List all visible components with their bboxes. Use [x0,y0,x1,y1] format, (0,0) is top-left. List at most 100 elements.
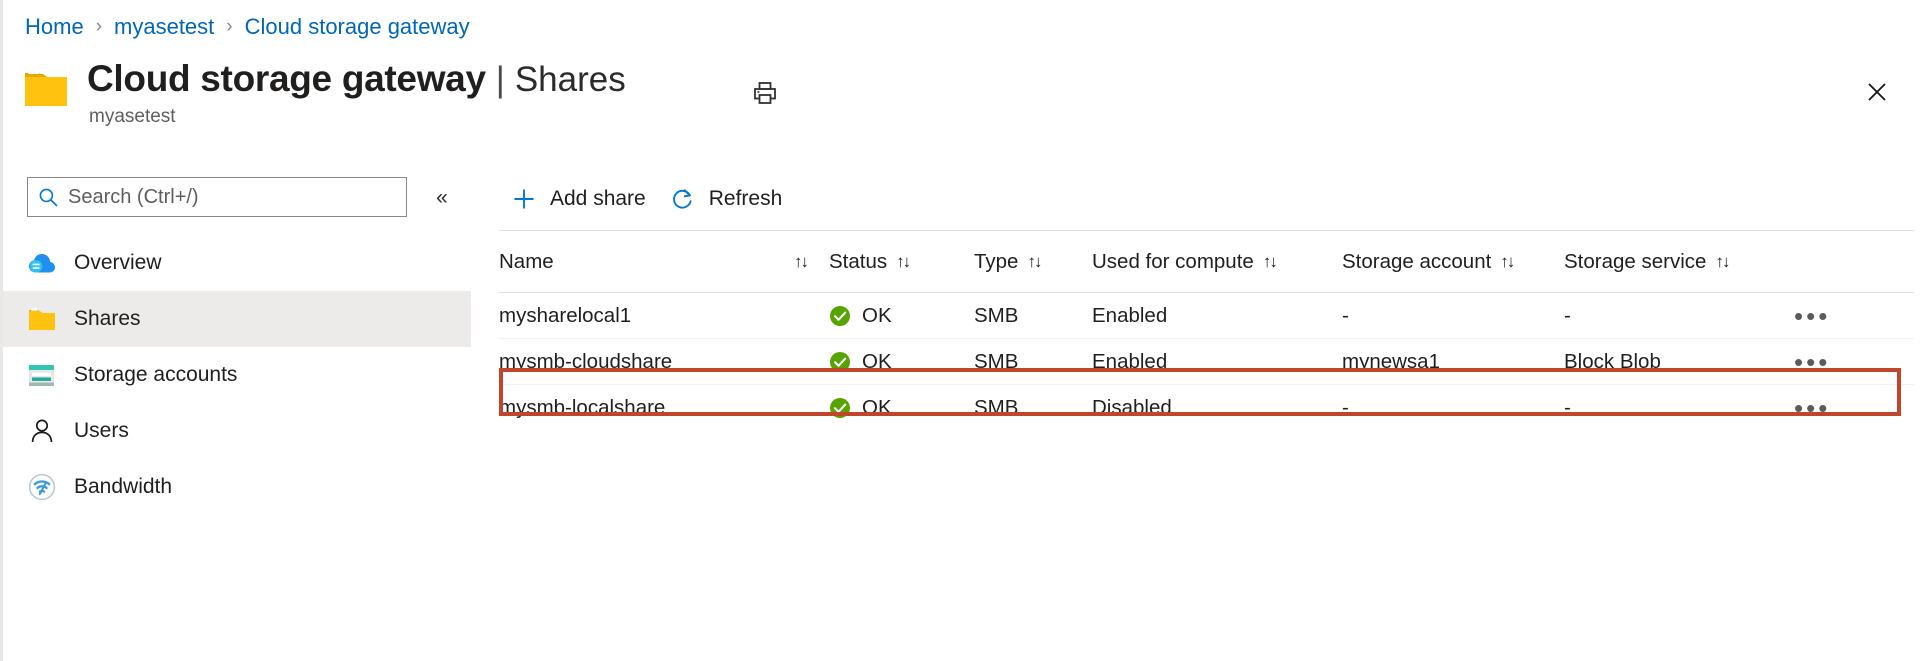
sort-icon[interactable]: ↑↓ [1500,252,1513,272]
row-more-actions-button[interactable]: ••• [1794,301,1830,331]
refresh-label: Refresh [709,187,783,211]
status-text: OK [862,304,892,328]
main-content: Add share Refresh [473,160,1927,661]
storage-account-icon [27,361,56,390]
shares-table: Name ↑↓ Status ↑↓ Type [499,230,1914,431]
sort-icon[interactable]: ↑↓ [1263,252,1276,272]
column-label: Status [829,250,887,274]
sidebar-item-bandwidth[interactable]: Bandwidth [3,459,471,515]
status-text: OK [862,396,892,420]
sidebar-item-label: Storage accounts [74,363,237,387]
close-button[interactable] [1855,70,1899,114]
refresh-button[interactable]: Refresh [658,178,795,220]
print-icon [752,80,778,106]
cell-actions: ••• [1794,293,1914,339]
sort-icon[interactable]: ↑↓ [1715,252,1728,272]
column-header-status[interactable]: Status ↑↓ [829,231,974,293]
cell-status: OK [829,293,974,339]
sidebar-item-users[interactable]: Users [3,403,471,459]
check-circle-green-icon [829,351,851,373]
column-header-name[interactable]: Name ↑↓ [499,231,829,293]
collapse-sidebar-button[interactable]: « [427,182,457,212]
cell-used-for-compute: Enabled [1092,339,1342,385]
column-label: Storage account [1342,250,1491,274]
check-circle-green-icon [829,305,851,327]
column-header-storage-service[interactable]: Storage service ↑↓ [1564,231,1794,293]
folder-icon [23,66,69,110]
table-header: Name ↑↓ Status ↑↓ Type [499,231,1914,293]
breadcrumb-item-cloud-storage-gateway[interactable]: Cloud storage gateway [245,14,470,40]
folder-icon [27,305,56,334]
search-box[interactable] [27,177,407,217]
search-input[interactable] [68,186,396,209]
column-label: Type [974,250,1018,274]
sort-icon[interactable]: ↑↓ [794,252,829,272]
status-text: OK [862,350,892,374]
cell-type: SMB [974,339,1092,385]
chevron-double-left-icon: « [436,187,448,208]
add-share-label: Add share [550,187,646,211]
sidebar-item-overview[interactable]: Overview [3,235,471,291]
cloud-icon [27,249,56,278]
cell-name: mysmb-localshare [499,385,829,431]
column-label: Used for compute [1092,250,1254,274]
table-header-row: Name ↑↓ Status ↑↓ Type [499,231,1914,293]
column-header-used-for-compute[interactable]: Used for compute ↑↓ [1092,231,1342,293]
sidebar-item-label: Users [74,419,129,443]
print-button[interactable] [745,74,785,112]
check-circle-green-icon [829,397,851,419]
cell-type: SMB [974,293,1092,339]
row-more-actions-button[interactable]: ••• [1794,347,1830,377]
page-title-block: Cloud storage gateway | Shares myasetest [23,58,626,128]
sidebar-item-storage-accounts[interactable]: Storage accounts [3,347,471,403]
cell-storage-account: - [1342,385,1564,431]
sidebar-item-shares[interactable]: Shares [3,291,471,347]
ellipsis-icon: ••• [1794,303,1830,329]
ellipsis-icon: ••• [1794,395,1830,421]
sidebar-item-label: Shares [74,307,141,331]
sidebar-nav-list: Overview Shares [3,235,471,515]
breadcrumb-item-home[interactable]: Home [25,14,84,40]
row-more-actions-button[interactable]: ••• [1794,393,1830,423]
breadcrumb: Home › myasetest › Cloud storage gateway [25,12,470,42]
breadcrumb-item-myasetest[interactable]: myasetest [114,14,214,40]
cell-actions: ••• [1794,385,1914,431]
ellipsis-icon: ••• [1794,349,1830,375]
table-row[interactable]: mysharelocal1 OK SMB Enabled [499,293,1914,339]
column-label: Name [499,250,554,274]
cell-storage-service: - [1564,385,1794,431]
sort-icon[interactable]: ↑↓ [1027,252,1040,272]
cell-status: OK [829,385,974,431]
sort-icon[interactable]: ↑↓ [896,252,909,272]
add-share-button[interactable]: Add share [499,178,658,220]
column-header-type[interactable]: Type ↑↓ [974,231,1092,293]
cell-type: SMB [974,385,1092,431]
cell-used-for-compute: Disabled [1092,385,1342,431]
sidebar-item-label: Overview [74,251,162,275]
search-icon [38,187,59,208]
page-subtitle: myasetest [89,106,626,128]
table-row[interactable]: mysmb-localshare OK SMB Disabled [499,385,1914,431]
column-header-storage-account[interactable]: Storage account ↑↓ [1342,231,1564,293]
command-bar: Add share Refresh [499,170,794,228]
close-icon [1865,80,1889,104]
sidebar: « Overview [3,160,473,661]
cell-storage-service: - [1564,293,1794,339]
cell-used-for-compute: Enabled [1092,293,1342,339]
cell-name: mysmb-cloudshare [499,339,829,385]
cell-storage-account: - [1342,293,1564,339]
table-row[interactable]: mysmb-cloudshare OK SMB Enabled [499,339,1914,385]
cell-status: OK [829,339,974,385]
azure-portal-blade: Home › myasetest › Cloud storage gateway… [0,0,1927,661]
cell-storage-account: mynewsa1 [1342,339,1564,385]
cell-storage-service: Block Blob [1564,339,1794,385]
sidebar-search-row: « [27,177,457,217]
sidebar-item-label: Bandwidth [74,475,172,499]
plus-icon [511,186,537,212]
page-section-title: Shares [515,60,626,100]
table-body: mysharelocal1 OK SMB Enabled [499,293,1914,431]
cell-name: mysharelocal1 [499,293,829,339]
refresh-icon [670,186,696,212]
page-title: Cloud storage gateway [87,58,486,100]
user-icon [27,417,56,446]
